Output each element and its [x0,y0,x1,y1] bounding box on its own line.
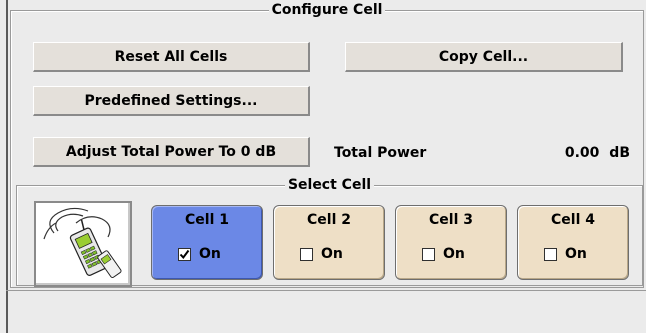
configure-cell-title: Configure Cell [268,2,386,18]
cell-2-checkbox[interactable] [300,247,313,261]
reset-all-cells-button[interactable]: Reset All Cells [33,42,310,72]
total-power-value: 0.00 dB [540,143,630,163]
cell-3-button[interactable]: Cell 3 On [395,205,507,280]
cell-2-on-label: On [321,246,343,262]
cell-3-on-label: On [443,246,465,262]
cell-1-label: Cell 1 [185,212,229,228]
cell-3-on-toggle[interactable]: On [422,246,465,262]
cell-4-on-label: On [565,246,587,262]
cell-1-checkbox[interactable] [178,247,191,261]
adjust-total-power-button[interactable]: Adjust Total Power To 0 dB [33,137,310,167]
wireless-handset-icon [34,201,132,287]
total-power-unit: dB [609,145,630,161]
cell-4-button[interactable]: Cell 4 On [517,205,629,280]
select-cell-title: Select Cell [284,177,375,193]
cell-3-checkbox[interactable] [422,247,435,261]
predefined-settings-label: Predefined Settings... [84,92,258,109]
cell-2-label: Cell 2 [307,212,351,228]
cell-1-button[interactable]: Cell 1 On [151,205,263,280]
reset-all-cells-label: Reset All Cells [114,48,228,65]
panel-left-border [6,0,8,333]
cell-2-button[interactable]: Cell 2 On [273,205,385,280]
cell-1-on-label: On [199,246,221,262]
predefined-settings-button[interactable]: Predefined Settings... [33,86,310,116]
cell-3-label: Cell 3 [429,212,473,228]
handset-icon-graphic [43,207,122,278]
panel-bottom-border [6,290,646,291]
cell-4-checkbox[interactable] [544,247,557,261]
checkmark-icon [179,249,190,259]
cell-1-on-toggle[interactable]: On [178,246,221,262]
adjust-total-power-label: Adjust Total Power To 0 dB [65,143,277,160]
total-power-number: 0.00 [564,145,600,161]
cell-4-on-toggle[interactable]: On [544,246,587,262]
cell-4-label: Cell 4 [551,212,595,228]
total-power-label: Total Power [334,145,427,161]
copy-cell-button[interactable]: Copy Cell... [345,42,623,72]
copy-cell-label: Copy Cell... [438,48,529,65]
cell-2-on-toggle[interactable]: On [300,246,343,262]
